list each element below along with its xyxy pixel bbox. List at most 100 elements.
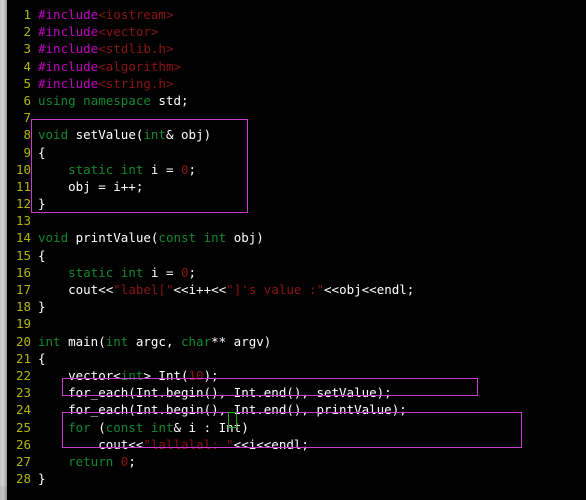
line-number: 1	[23, 7, 31, 22]
code-token: }	[38, 471, 46, 487]
code-token: ** argv)	[211, 333, 272, 349]
code-line[interactable]: 13	[7, 212, 586, 229]
code-line[interactable]: 7	[7, 109, 586, 126]
code-token: void	[38, 230, 69, 246]
code-text: #include<iostream>	[38, 7, 173, 22]
code-token: for_each(Int.begin(), Int.end(), printVa…	[38, 402, 407, 418]
code-text: void setValue(int& obj)	[38, 127, 211, 142]
code-line[interactable]: 27 return 0;	[7, 453, 586, 470]
code-line[interactable]: 19	[7, 315, 586, 332]
code-token: #include	[38, 75, 99, 91]
code-line[interactable]: 26 cout<<"lallalal: "<<i<<endl;	[7, 436, 586, 453]
code-token: <vector>	[98, 24, 159, 40]
code-line[interactable]: 25 for (const int& i : Int)	[7, 419, 586, 436]
code-token: int	[143, 127, 166, 143]
code-text: vector<int> Int(10);	[38, 368, 219, 383]
code-editor[interactable]: 1 #include<iostream> 2 #include<vector> 3 #in…	[0, 0, 586, 500]
code-token: <<i<<endl;	[233, 436, 309, 452]
code-line[interactable]: 5 #include<string.h>	[7, 75, 586, 92]
line-number: 14	[15, 230, 31, 246]
code-line[interactable]: 24 for_each(Int.begin(), Int.end(), prin…	[7, 401, 586, 418]
code-token: 0	[181, 264, 189, 280]
code-token: ;	[188, 264, 197, 280]
code-token: "lallalal: "	[143, 436, 234, 452]
scrollbar-thumb[interactable]	[0, 0, 7, 486]
code-area[interactable]: 1 #include<iostream> 2 #include<vector> 3 #in…	[7, 0, 586, 500]
code-text: cout<<"label["<<i++<<"]'s value :"<<obj<…	[38, 282, 414, 297]
code-token: int	[203, 230, 227, 246]
code-line[interactable]: 3 #include<stdlib.h>	[7, 40, 586, 57]
code-token: & obj)	[165, 127, 212, 143]
code-token: <<i++<<	[173, 282, 227, 297]
code-line[interactable]: 9{	[7, 144, 586, 161]
line-number: 27	[15, 453, 31, 469]
code-line[interactable]: 17 cout<<"label["<<i++<<"]'s value :"<<o…	[7, 281, 586, 298]
line-number: 6	[23, 92, 31, 108]
code-text: }	[38, 299, 46, 314]
code-line[interactable]: 28}	[7, 470, 586, 487]
code-line[interactable]: 12}	[7, 195, 586, 212]
code-token: namespace	[83, 92, 151, 108]
code-line[interactable]: 16 static int i = 0;	[7, 264, 586, 281]
code-text: for_each(Int.begin(), Int.end(), setValu…	[38, 385, 392, 400]
code-text: #include<vector>	[38, 24, 158, 39]
code-line[interactable]: 11 obj = i++;	[7, 178, 586, 195]
code-token: return	[68, 453, 114, 469]
code-text: {	[38, 351, 46, 366]
code-text: cout<<"lallalal: "<<i<<endl;	[38, 437, 309, 452]
code-token: <string.h>	[98, 75, 174, 91]
code-text: return 0;	[38, 454, 136, 469]
line-number: 23	[15, 385, 31, 401]
code-token: argc,	[128, 333, 181, 349]
code-line[interactable]: 10 static int i = 0;	[7, 161, 586, 178]
code-token: #include	[38, 24, 99, 40]
line-number: 16	[15, 264, 31, 280]
code-line[interactable]: 22 vector<int> Int(10);	[7, 367, 586, 384]
code-token: int	[120, 264, 144, 280]
code-line[interactable]: 20 int main(int argc, char** argv)	[7, 333, 586, 350]
code-token: int	[38, 333, 61, 349]
code-token: {	[38, 247, 46, 263]
code-token: obj = i++;	[38, 178, 144, 194]
code-token: cout<<	[38, 282, 114, 297]
code-line[interactable]: 6 using namespace std;	[7, 92, 586, 109]
code-token: #include	[38, 58, 99, 74]
code-token: ;	[128, 453, 136, 469]
code-text: obj = i++;	[38, 179, 143, 194]
code-token: i =	[143, 161, 182, 177]
code-token: <iostream>	[98, 7, 174, 22]
code-line[interactable]: 2 #include<vector>	[7, 23, 586, 40]
code-token: 0	[181, 161, 189, 177]
code-token: printValue(	[68, 230, 159, 246]
code-token: 10	[188, 367, 204, 383]
code-token: int	[105, 333, 129, 349]
vertical-scrollbar[interactable]	[0, 0, 7, 500]
code-token: obj)	[226, 230, 264, 246]
code-token: int	[120, 367, 144, 383]
code-line[interactable]: 14 void printValue(const int obj)	[7, 229, 586, 246]
line-number: 26	[15, 436, 31, 452]
code-text: {	[38, 145, 46, 160]
code-line[interactable]: 21 {	[7, 350, 586, 367]
line-number: 5	[23, 75, 31, 91]
code-token: #include	[38, 41, 99, 57]
code-text: static int i = 0;	[38, 162, 196, 177]
line-number: 7	[23, 110, 31, 126]
code-line[interactable]: 8 void setValue(int& obj)	[7, 126, 586, 143]
code-line[interactable]: 15 {	[7, 247, 586, 264]
line-number: 9	[23, 144, 31, 160]
line-number: 12	[15, 196, 31, 212]
code-token: static	[68, 264, 114, 280]
code-line[interactable]: 4 #include<algorithm>	[7, 58, 586, 75]
code-line[interactable]: 23 for_each(Int.begin(), Int.end(), setV…	[7, 384, 586, 401]
code-token: int	[120, 161, 144, 177]
code-line[interactable]: 18}	[7, 298, 586, 315]
code-text: void printValue(const int obj)	[38, 230, 264, 245]
line-number: 19	[15, 316, 31, 332]
code-line[interactable]: 1 #include<iostream>	[7, 6, 586, 23]
